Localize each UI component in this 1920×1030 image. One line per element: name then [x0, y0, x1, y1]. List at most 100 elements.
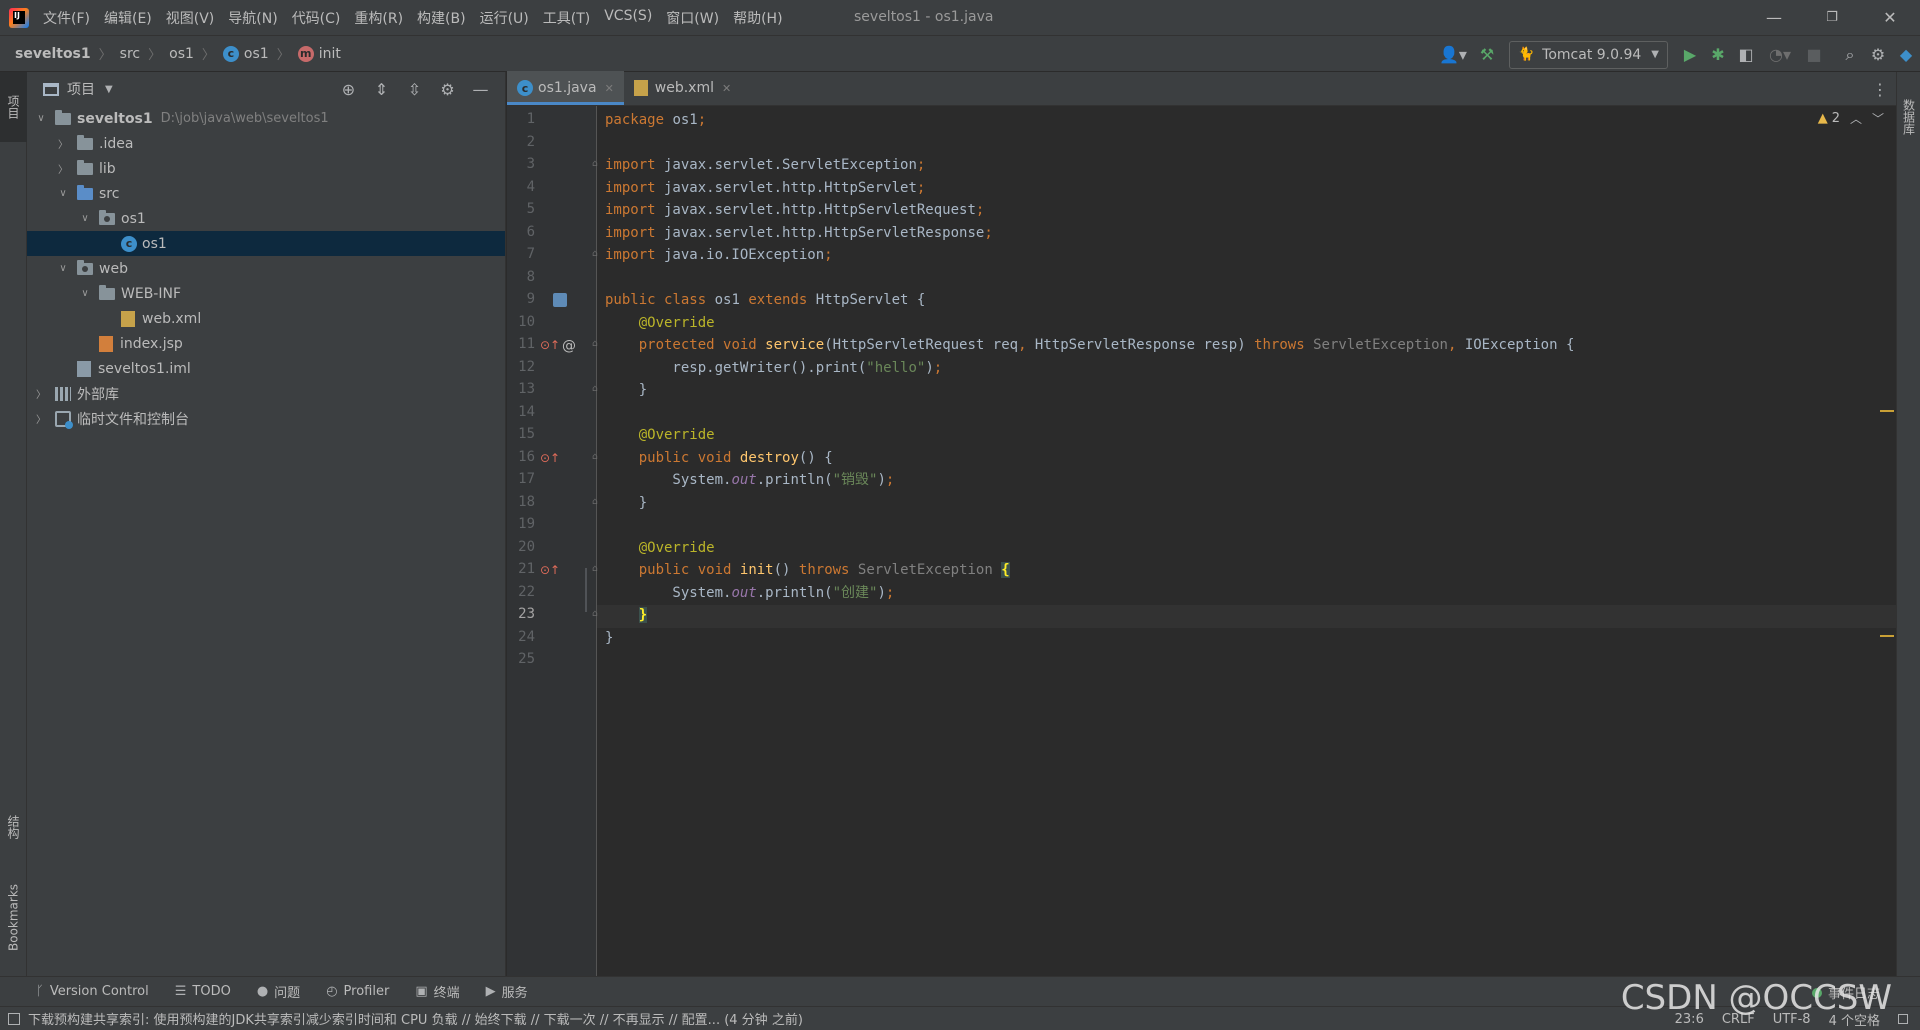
tree-item-class-os1[interactable]: c os1	[27, 231, 505, 256]
restore-button[interactable]: ❐	[1803, 0, 1861, 35]
stop-icon[interactable]: ■	[1800, 41, 1828, 69]
fold-marker-icon[interactable]: ⌂	[592, 497, 598, 507]
line-number[interactable]: 14	[507, 404, 535, 420]
line-number[interactable]: 17	[507, 471, 535, 487]
tree-item-package-os1[interactable]: ∨ os1	[27, 206, 505, 231]
line-number[interactable]: 24	[507, 629, 535, 645]
tree-item-root[interactable]: ∨ seveltos1 D:\job\java\web\seveltos1	[27, 106, 505, 131]
minimize-button[interactable]: —	[1745, 0, 1803, 35]
fold-marker-icon[interactable]: ⌂	[592, 339, 598, 349]
breadcrumb-project[interactable]: seveltos1	[15, 46, 91, 62]
run-icon[interactable]: ▶	[1676, 41, 1704, 69]
close-tab-icon[interactable]: ✕	[605, 82, 614, 95]
tree-item-indexjsp[interactable]: index.jsp	[27, 331, 505, 356]
code-line[interactable]: import java.io.IOException;	[605, 244, 833, 266]
close-window-button[interactable]: ✕	[1861, 0, 1919, 35]
caret-position[interactable]: 23:6	[1675, 1012, 1704, 1027]
chevron-right-icon[interactable]: 〉	[55, 136, 71, 151]
close-tab-icon[interactable]: ✕	[722, 82, 731, 95]
line-number[interactable]: 16	[507, 449, 535, 465]
code-line[interactable]: @Override	[605, 424, 715, 446]
line-number[interactable]: 8	[507, 269, 535, 285]
line-number[interactable]: 2	[507, 134, 535, 150]
line-number[interactable]: 11	[507, 336, 535, 352]
tree-item-scratches[interactable]: 〉 临时文件和控制台	[27, 406, 505, 431]
line-number[interactable]: 5	[507, 201, 535, 217]
event-log-tool-button[interactable]: 事件日志	[1811, 983, 1880, 1002]
indent-setting[interactable]: 4 个空格	[1829, 1010, 1880, 1029]
code-line[interactable]: import javax.servlet.http.HttpServletRes…	[605, 222, 993, 244]
chevron-down-icon[interactable]: ∨	[55, 263, 71, 274]
breadcrumb-class[interactable]: c os1	[222, 45, 269, 62]
terminal-tool-button[interactable]: ▣ 终端	[415, 982, 459, 1001]
coverage-icon[interactable]: ◧	[1732, 41, 1760, 69]
line-number[interactable]: 19	[507, 516, 535, 532]
lock-icon[interactable]	[1898, 1014, 1908, 1024]
chevron-down-icon[interactable]: ∨	[77, 213, 93, 224]
search-icon[interactable]: ⌕	[1836, 41, 1864, 69]
profiler-run-icon[interactable]: ◔▾	[1760, 41, 1800, 69]
menu-edit[interactable]: 编辑(E)	[104, 8, 152, 28]
menu-view[interactable]: 视图(V)	[166, 8, 215, 28]
line-number[interactable]: 25	[507, 651, 535, 667]
line-number[interactable]: 18	[507, 494, 535, 510]
account-icon[interactable]: 👤▾	[1433, 41, 1473, 69]
bookmarks-tool-button[interactable]: Bookmarks	[0, 867, 27, 967]
project-panel-title[interactable]: 项目	[67, 79, 95, 99]
toolbox-icon[interactable]: ◆	[1892, 41, 1920, 69]
breadcrumb-src[interactable]: src	[120, 46, 140, 62]
code-line[interactable]: import javax.servlet.ServletException;	[605, 154, 925, 176]
options-gear-icon[interactable]: ⚙	[431, 80, 464, 99]
debug-bug-icon[interactable]: ✱	[1704, 41, 1732, 69]
chevron-down-icon[interactable]: ∨	[77, 288, 93, 299]
fold-marker-icon[interactable]: ⌂	[592, 564, 598, 574]
fold-marker-icon[interactable]: ⌂	[592, 609, 598, 619]
line-number[interactable]: 15	[507, 426, 535, 442]
code-line[interactable]: import javax.servlet.http.HttpServletReq…	[605, 199, 984, 221]
database-tool-button[interactable]: 数据库	[1897, 82, 1920, 152]
code-line[interactable]: public void destroy() {	[605, 447, 833, 469]
code-line[interactable]: protected void service(HttpServletReques…	[605, 334, 1575, 356]
code-line[interactable]: System.out.println("销毁");	[605, 469, 894, 491]
menu-vcs[interactable]: VCS(S)	[604, 8, 652, 28]
line-number[interactable]: 21	[507, 561, 535, 577]
tab-os1-java[interactable]: c os1.java ✕	[507, 71, 624, 105]
line-number[interactable]: 10	[507, 314, 535, 330]
code-line[interactable]: public void init() throws ServletExcepti…	[605, 559, 1010, 581]
code-line[interactable]: }	[605, 492, 647, 514]
chevron-down-icon[interactable]: ▼	[105, 84, 113, 95]
code-line[interactable]: }	[605, 379, 647, 401]
code-line[interactable]: resp.getWriter().print("hello");	[605, 357, 942, 379]
breadcrumb-package[interactable]: os1	[169, 46, 194, 62]
tree-item-external-libraries[interactable]: 〉 外部库	[27, 381, 505, 406]
line-number[interactable]: 9	[507, 291, 535, 307]
code-line[interactable]: }	[605, 627, 613, 649]
line-number[interactable]: 23	[507, 606, 535, 622]
line-number[interactable]: 13	[507, 381, 535, 397]
run-configuration-selector[interactable]: 🐈 Tomcat 9.0.94 ▼	[1508, 40, 1668, 69]
chevron-right-icon[interactable]: 〉	[55, 161, 71, 176]
inspection-widget[interactable]: ▲ 2 ︿ ﹀	[1818, 110, 1884, 127]
structure-tool-button[interactable]: 结构	[0, 792, 27, 862]
menu-navigate[interactable]: 导航(N)	[228, 8, 277, 28]
override-method-icon[interactable]: ⊙↑	[540, 563, 560, 577]
menu-window[interactable]: 窗口(W)	[666, 8, 719, 28]
warning-stripe-mark[interactable]	[1880, 410, 1894, 412]
build-hammer-icon[interactable]: ⚒	[1473, 41, 1501, 69]
hide-panel-icon[interactable]: —	[464, 80, 497, 99]
menu-help[interactable]: 帮助(H)	[733, 8, 782, 28]
menu-run[interactable]: 运行(U)	[480, 8, 529, 28]
code-line[interactable]: @Override	[605, 312, 715, 334]
expand-all-icon[interactable]: ⇕	[365, 80, 398, 99]
menu-tools[interactable]: 工具(T)	[543, 8, 590, 28]
todo-tool-button[interactable]: ☰ TODO	[175, 984, 231, 999]
line-number[interactable]: 12	[507, 359, 535, 375]
menu-refactor[interactable]: 重构(R)	[354, 8, 403, 28]
menu-code[interactable]: 代码(C)	[292, 8, 341, 28]
line-number[interactable]: 1	[507, 111, 535, 127]
line-separator[interactable]: CRLF	[1722, 1012, 1755, 1027]
fold-marker-icon[interactable]: ⌂	[592, 159, 598, 169]
chevron-right-icon[interactable]: 〉	[33, 386, 49, 401]
override-method-icon[interactable]: ⊙↑	[540, 338, 560, 352]
override-method-icon[interactable]: ⊙↑	[540, 451, 560, 465]
